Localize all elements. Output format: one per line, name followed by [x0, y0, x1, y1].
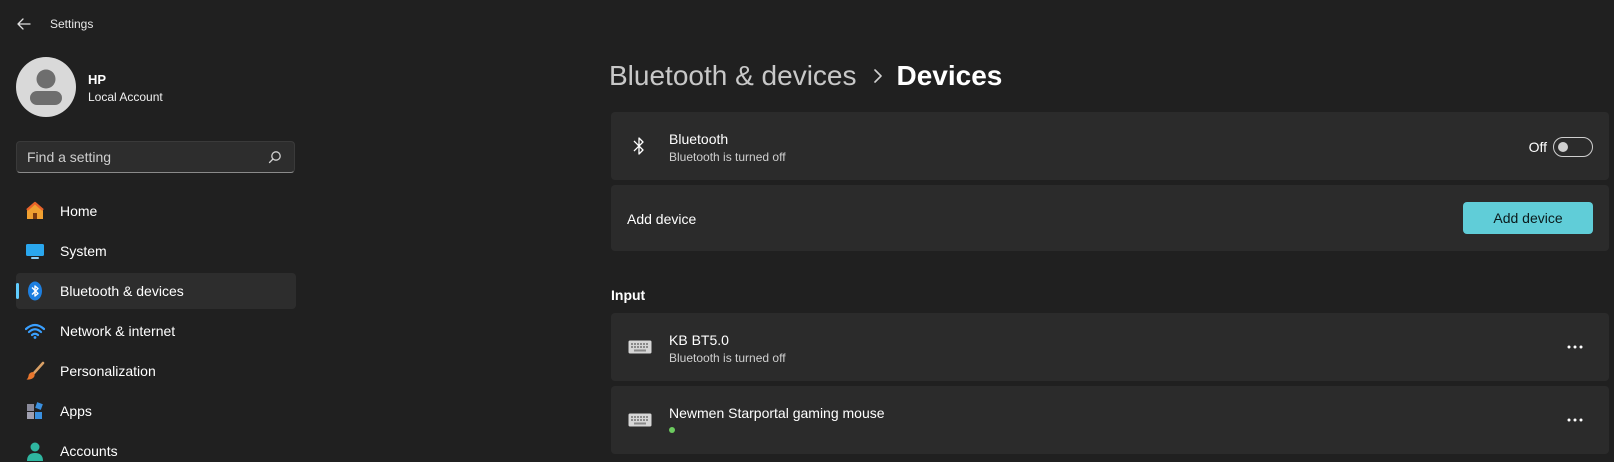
- bluetooth-card: Bluetooth Bluetooth is turned off Off: [611, 112, 1609, 180]
- add-device-card: Add device Add device: [611, 185, 1609, 251]
- sidebar-item-accounts[interactable]: Accounts: [16, 433, 296, 462]
- connected-status-dot: [669, 427, 675, 433]
- back-button[interactable]: [10, 12, 38, 36]
- sidebar-item-label: Apps: [60, 403, 92, 419]
- section-title-input: Input: [611, 287, 646, 303]
- device-card[interactable]: Newmen Starportal gaming mouse: [611, 386, 1609, 454]
- bluetooth-icon: [25, 281, 45, 301]
- bluetooth-icon: [627, 134, 651, 158]
- page-title: Devices: [896, 60, 1003, 91]
- sidebar-item-home[interactable]: Home: [16, 193, 296, 229]
- sidebar-item-label: System: [60, 243, 107, 259]
- more-icon: [1567, 345, 1583, 349]
- bluetooth-toggle[interactable]: [1553, 137, 1593, 157]
- search-icon[interactable]: [268, 150, 282, 164]
- chevron-right-icon: [873, 69, 883, 83]
- sidebar-item-label: Home: [60, 203, 98, 219]
- device-name: KB BT5.0: [669, 332, 729, 348]
- device-card[interactable]: KB BT5.0 Bluetooth is turned off: [611, 313, 1609, 381]
- sidebar-item-apps[interactable]: Apps: [16, 393, 296, 429]
- sidebar-item-system[interactable]: System: [16, 233, 296, 269]
- bluetooth-toggle-state: Off: [1528, 139, 1547, 155]
- back-arrow-icon: [17, 18, 31, 30]
- bluetooth-title: Bluetooth: [669, 131, 729, 147]
- device-status: Bluetooth is turned off: [669, 351, 786, 365]
- person-placeholder-icon: [30, 69, 62, 105]
- title-bar: Settings: [0, 0, 1614, 48]
- add-device-label: Add device: [627, 211, 697, 227]
- sidebar-item-network[interactable]: Network & internet: [16, 313, 296, 349]
- sidebar-item-label: Bluetooth & devices: [60, 283, 184, 299]
- avatar[interactable]: [16, 57, 76, 117]
- window-title: Settings: [50, 17, 94, 31]
- more-options-button[interactable]: [1559, 404, 1591, 436]
- wifi-icon: [25, 321, 45, 341]
- sidebar-nav: Home System Bluetooth & devices Network …: [16, 193, 296, 462]
- monitor-icon: [25, 241, 45, 261]
- apps-icon: [25, 401, 45, 421]
- user-name: HP: [88, 72, 107, 87]
- device-name: Newmen Starportal gaming mouse: [669, 405, 885, 421]
- search-input[interactable]: [27, 142, 257, 172]
- sidebar-item-label: Personalization: [60, 363, 156, 379]
- breadcrumb-parent[interactable]: Bluetooth & devices: [609, 60, 857, 92]
- sidebar-item-bluetooth-devices[interactable]: Bluetooth & devices: [16, 273, 296, 309]
- active-indicator: [16, 283, 19, 299]
- sidebar-item-personalization[interactable]: Personalization: [16, 353, 296, 389]
- search-box[interactable]: [16, 141, 295, 173]
- keyboard-icon: [627, 408, 653, 432]
- account-type: Local Account: [88, 90, 163, 104]
- person-icon: [25, 441, 45, 461]
- home-icon: [25, 201, 45, 221]
- brush-icon: [25, 361, 45, 381]
- breadcrumb: Bluetooth & devices Devices: [609, 56, 1002, 96]
- sidebar-item-label: Network & internet: [60, 323, 176, 339]
- sidebar-item-label: Accounts: [60, 443, 118, 459]
- more-options-button[interactable]: [1559, 331, 1591, 363]
- toggle-knob: [1558, 142, 1568, 152]
- add-device-button[interactable]: Add device: [1463, 202, 1593, 234]
- more-icon: [1567, 418, 1583, 422]
- keyboard-icon: [627, 335, 653, 359]
- bluetooth-status: Bluetooth is turned off: [669, 150, 786, 164]
